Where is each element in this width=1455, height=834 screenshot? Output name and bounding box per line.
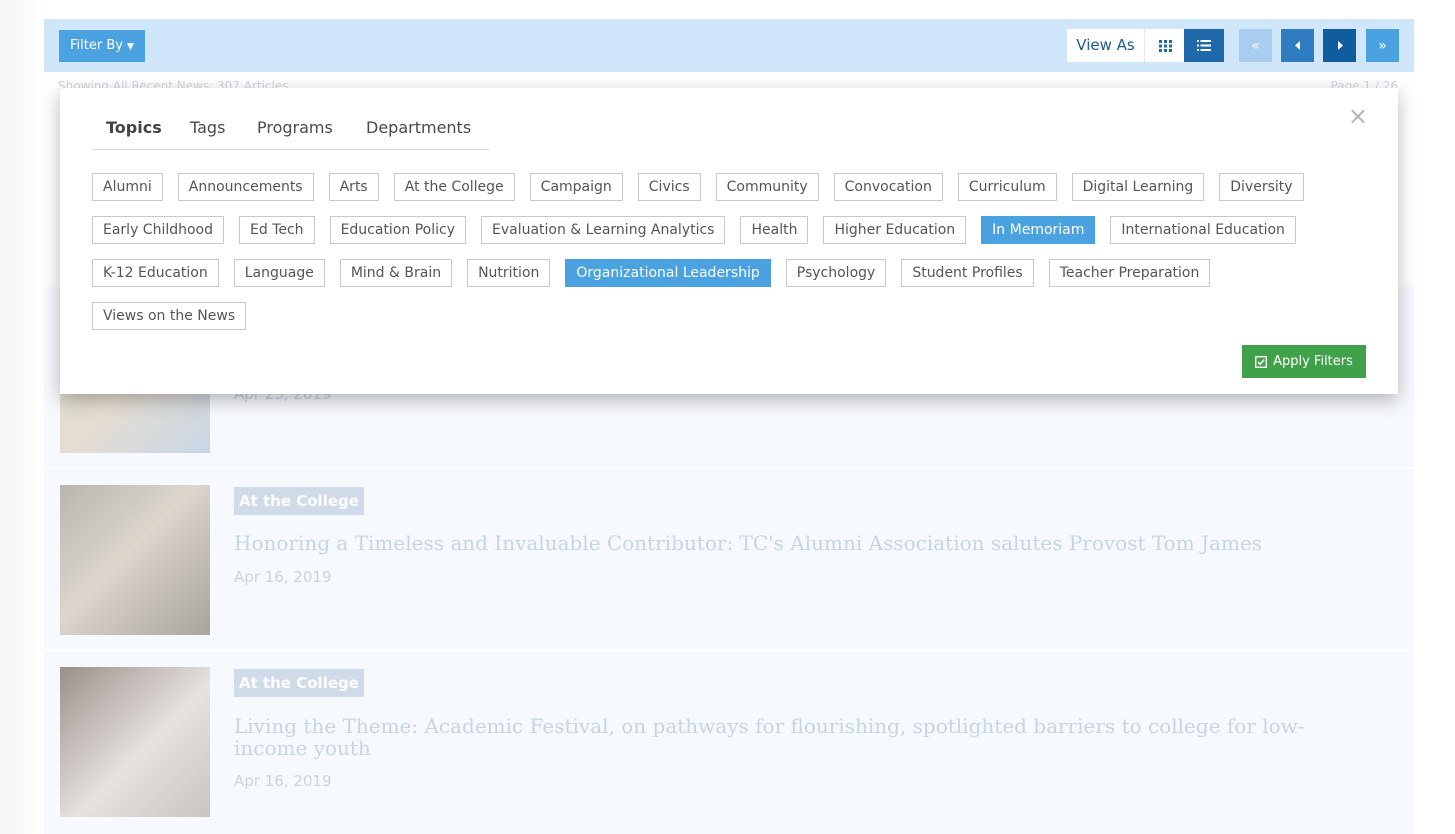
topic-chip[interactable]: At the College (393, 173, 515, 201)
apply-filters-label: Apply Filters (1273, 354, 1353, 369)
grid-icon (1158, 39, 1172, 52)
topic-chip[interactable]: Civics (637, 173, 701, 201)
topic-chip[interactable]: Mind & Brain (339, 259, 453, 287)
tab-departments[interactable]: Departments (366, 118, 471, 137)
topic-chip[interactable]: Psychology (785, 259, 887, 287)
tab-programs[interactable]: Programs (257, 118, 333, 137)
caret-down-icon: ▼ (126, 42, 134, 52)
topic-chip[interactable]: In Memoriam (981, 216, 1096, 244)
tab-topics[interactable]: Topics (106, 118, 162, 137)
page-left-shadow (0, 0, 44, 834)
news-toolbar: Filter By ▼ View As « » (44, 19, 1414, 72)
topic-chip[interactable]: Early Childhood (92, 216, 225, 244)
article-title[interactable]: Living the Theme: Academic Festival, on … (234, 715, 1354, 759)
previous-page-button[interactable] (1281, 29, 1314, 62)
topic-chip[interactable]: Evaluation & Learning Analytics (480, 216, 726, 244)
topic-chip[interactable]: International Education (1110, 216, 1296, 244)
caret-left-icon (1294, 41, 1300, 50)
filter-panel: × Topics Tags Programs Departments Alumn… (60, 88, 1398, 394)
topic-chip[interactable]: Higher Education (823, 216, 967, 244)
topic-chip[interactable]: Student Profiles (901, 259, 1034, 287)
topic-chip[interactable]: Diversity (1219, 173, 1304, 201)
article-category-badge[interactable]: At the College (234, 669, 364, 697)
check-square-icon (1255, 355, 1268, 368)
topic-chip-list: Alumni Announcements Arts At the College Cam… (92, 173, 1372, 345)
list-icon (1197, 40, 1211, 51)
filter-by-button[interactable]: Filter By ▼ (59, 30, 145, 62)
article-item[interactable]: At the College Honoring a Timeless and I… (44, 469, 1414, 649)
topic-chip[interactable]: Announcements (177, 173, 314, 201)
topic-chip[interactable]: Health (740, 216, 809, 244)
topic-chip[interactable]: Campaign (529, 173, 623, 201)
article-date: Apr 16, 2019 (234, 568, 332, 586)
first-page-button[interactable]: « (1239, 29, 1272, 62)
view-as-label: View As (1067, 29, 1144, 62)
caret-right-icon (1337, 41, 1343, 50)
chip-row: Views on the News (92, 302, 1372, 330)
article-title[interactable]: Honoring a Timeless and Invaluable Contr… (234, 532, 1354, 554)
close-icon[interactable]: × (1348, 102, 1368, 130)
topic-chip[interactable]: Nutrition (467, 259, 551, 287)
chip-row: Alumni Announcements Arts At the College Cam… (92, 173, 1372, 201)
topic-chip[interactable]: Ed Tech (239, 216, 315, 244)
filter-tabs: Topics Tags Programs Departments (92, 116, 489, 150)
topic-chip[interactable]: Views on the News (92, 302, 247, 330)
article-thumbnail[interactable] (60, 667, 210, 817)
topic-chip[interactable]: Organizational Leadership (565, 259, 771, 287)
article-category-badge[interactable]: At the College (234, 487, 364, 515)
topic-chip[interactable]: Teacher Preparation (1048, 259, 1211, 287)
article-date: Apr 16, 2019 (234, 772, 332, 790)
filter-by-label: Filter By (70, 38, 123, 53)
apply-filters-button[interactable]: Apply Filters (1242, 345, 1366, 378)
topic-chip[interactable]: K-12 Education (92, 259, 219, 287)
topic-chip[interactable]: Convocation (833, 173, 943, 201)
chip-row: Early Childhood Ed Tech Education Policy Ev… (92, 216, 1372, 244)
topic-chip[interactable]: Community (715, 173, 819, 201)
topic-chip[interactable]: Digital Learning (1071, 173, 1205, 201)
topic-chip[interactable]: Alumni (92, 173, 163, 201)
topic-chip[interactable]: Education Policy (329, 216, 466, 244)
article-thumbnail[interactable] (60, 485, 210, 635)
next-page-button[interactable] (1323, 29, 1356, 62)
chip-row: K-12 Education Language Mind & Brain Nutrit… (92, 259, 1372, 287)
topic-chip[interactable]: Curriculum (957, 173, 1057, 201)
topic-chip[interactable]: Arts (328, 173, 379, 201)
article-item[interactable]: At the College Living the Theme: Academi… (44, 651, 1414, 834)
list-view-button[interactable] (1184, 29, 1224, 62)
topic-chip[interactable]: Language (233, 259, 325, 287)
grid-view-button[interactable] (1144, 29, 1185, 62)
last-page-button[interactable]: » (1366, 29, 1399, 62)
tab-tags[interactable]: Tags (190, 118, 225, 137)
